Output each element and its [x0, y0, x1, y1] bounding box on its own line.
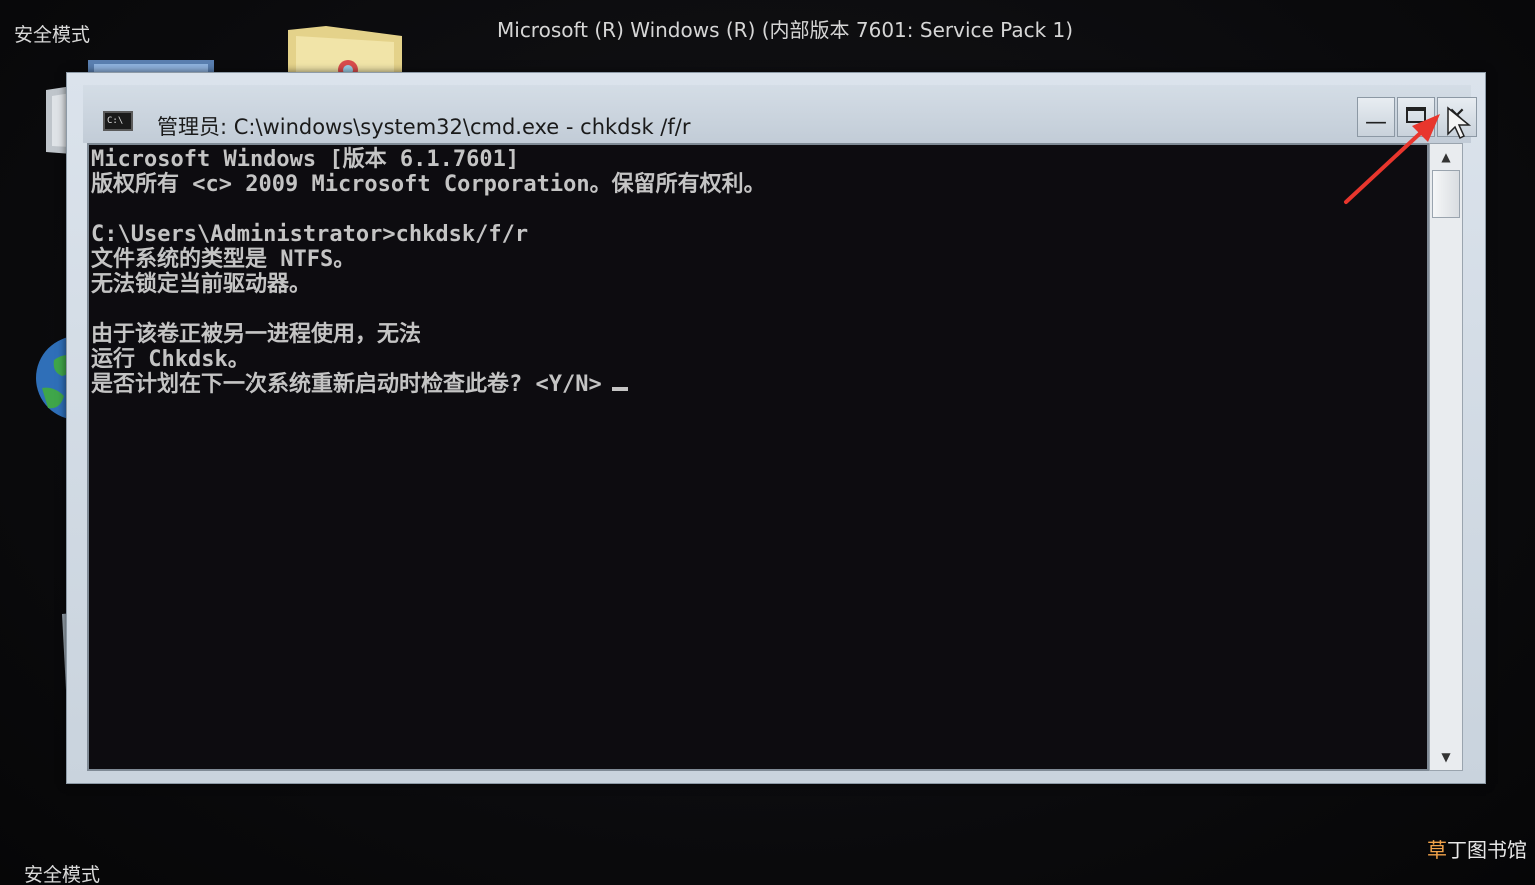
scroll-down-arrow-icon[interactable]: ▼	[1432, 746, 1460, 768]
cmd-window[interactable]: C:\ 管理员: C:\windows\system32\cmd.exe - c…	[66, 72, 1486, 784]
desktop: 安全模式 Microsoft (R) Windows (R) (内部版本 760…	[0, 0, 1535, 885]
console-line: 版权所有 <c> 2009 Microsoft Corporation。保留所有…	[91, 172, 766, 197]
console-prompt-line: 是否计划在下一次系统重新启动时检查此卷? <Y/N>	[91, 372, 766, 397]
mouse-pointer-icon	[1447, 106, 1472, 140]
console-line: 由于该卷正被另一进程使用，无法	[91, 322, 422, 347]
safe-mode-label-bottom: 安全模式	[24, 864, 101, 885]
console-line: Microsoft Windows [版本 6.1.7601]	[91, 147, 520, 172]
window-titlebar[interactable]: C:\ 管理员: C:\windows\system32\cmd.exe - c…	[83, 85, 1477, 143]
confirm-prompt: 是否计划在下一次系统重新启动时检查此卷? <Y/N>	[91, 372, 602, 397]
site-watermark: 草丁图书馆	[1427, 834, 1527, 863]
console-line: 运行 Chkdsk。	[91, 347, 250, 372]
watermark-text: 丁图书馆	[1447, 838, 1527, 862]
console-text: Microsoft Windows [版本 6.1.7601] 版权所有 <c> …	[91, 147, 766, 397]
watermark-logo-glyph: 草	[1427, 838, 1447, 862]
console-output[interactable]: Microsoft Windows [版本 6.1.7601] 版权所有 <c> …	[87, 143, 1429, 771]
vertical-scrollbar[interactable]: ▲ ▼	[1429, 143, 1463, 771]
os-version-banner: Microsoft (R) Windows (R) (内部版本 7601: Se…	[497, 18, 1074, 42]
window-title: 管理员: C:\windows\system32\cmd.exe - chkds…	[157, 115, 691, 139]
console-line: 无法锁定当前驱动器。	[91, 272, 312, 297]
console-line: C:\Users\Administrator>chkdsk/f/r	[91, 222, 529, 247]
safe-mode-label-top: 安全模式	[14, 24, 91, 46]
console-line: 文件系统的类型是 NTFS。	[91, 247, 356, 272]
text-cursor	[611, 387, 628, 391]
red-arrow-annotation-icon	[1344, 114, 1440, 204]
cmd-app-icon[interactable]: C:\	[103, 111, 133, 131]
